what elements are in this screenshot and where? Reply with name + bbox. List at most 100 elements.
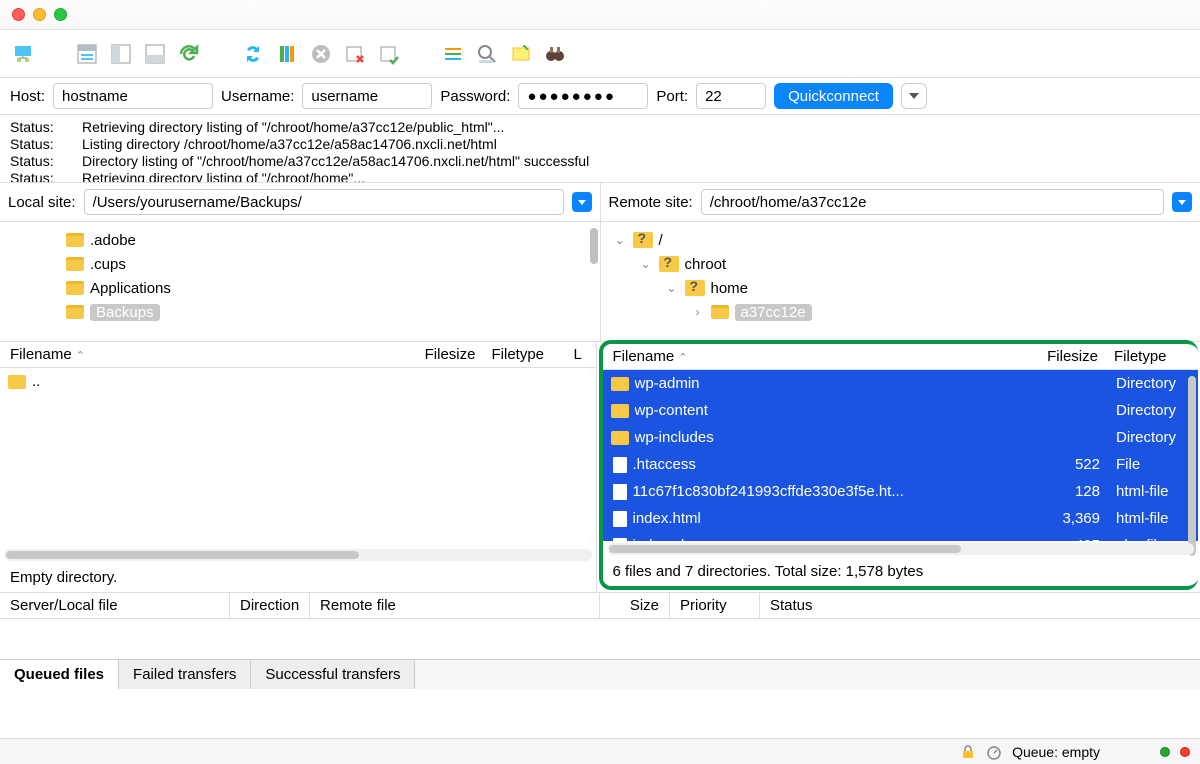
tree-item-label: home	[711, 280, 749, 297]
qcol-priority[interactable]: Priority	[670, 593, 760, 618]
qcol-direction[interactable]: Direction	[230, 593, 310, 618]
refresh-icon[interactable]	[174, 39, 204, 69]
file-row[interactable]: wp-adminDirectory	[603, 370, 1199, 397]
qcol-status[interactable]: Status	[760, 593, 1200, 618]
expander-icon[interactable]: ⌄	[613, 233, 627, 247]
sync-icon[interactable]	[238, 39, 268, 69]
col-filetype[interactable]: Filetype	[484, 346, 574, 363]
toggle-log-icon[interactable]	[72, 39, 102, 69]
file-icon	[613, 538, 627, 542]
queue-body[interactable]	[0, 619, 1200, 659]
scrollbar[interactable]	[607, 543, 1195, 555]
folder-unknown-icon	[659, 256, 679, 272]
qcol-remote[interactable]: Remote file	[310, 593, 600, 618]
expander-icon[interactable]: ›	[691, 305, 705, 319]
password-input[interactable]: ●●●●●●●●	[518, 83, 648, 109]
toggle-tree-icon[interactable]	[106, 39, 136, 69]
tree-item[interactable]: Applications	[4, 276, 596, 300]
tree-item-label: /	[659, 232, 663, 249]
username-input[interactable]	[302, 83, 432, 109]
compare-icon[interactable]	[272, 39, 302, 69]
speed-limit-icon[interactable]	[986, 744, 1002, 760]
log-label: Status:	[10, 170, 62, 183]
minimize-window-button[interactable]	[33, 8, 46, 21]
expander-icon[interactable]: ⌄	[665, 281, 679, 295]
server-icon[interactable]	[506, 39, 536, 69]
file-row[interactable]: index.php405php-file	[603, 532, 1199, 541]
local-site-dropdown[interactable]	[572, 192, 592, 212]
port-input[interactable]	[696, 83, 766, 109]
zoom-window-button[interactable]	[54, 8, 67, 21]
folder-icon	[66, 305, 84, 319]
binoculars-icon[interactable]	[540, 39, 570, 69]
lock-icon[interactable]	[960, 744, 976, 760]
activity-indicator-send	[1160, 747, 1170, 757]
search-icon[interactable]	[472, 39, 502, 69]
file-row[interactable]: ..	[0, 368, 596, 395]
tree-item[interactable]: ⌄chroot	[605, 252, 1197, 276]
file-row[interactable]: .htaccess522File	[603, 451, 1199, 478]
local-site-input[interactable]	[84, 189, 564, 215]
cancel-icon[interactable]	[306, 39, 336, 69]
col-filesize[interactable]: Filesize	[1016, 348, 1106, 365]
remote-list-header[interactable]: Filename⌃ Filesize Filetype	[603, 344, 1199, 370]
file-type: html-file	[1108, 483, 1198, 500]
local-tree[interactable]: .adobe.cupsApplicationsBackups	[0, 222, 601, 341]
file-size: 3,369	[1018, 510, 1108, 527]
file-row[interactable]: index.html3,369html-file	[603, 505, 1199, 532]
quickconnect-history-dropdown[interactable]	[901, 83, 927, 109]
host-input[interactable]	[53, 83, 213, 109]
local-site-label: Local site:	[8, 194, 76, 211]
local-file-list[interactable]: Filename⌃ Filesize Filetype L .. Empty d…	[0, 342, 597, 592]
port-label: Port:	[656, 88, 688, 105]
tab-successful-transfers[interactable]: Successful transfers	[251, 660, 415, 689]
file-size: 522	[1018, 456, 1108, 473]
folder-unknown-icon	[685, 280, 705, 296]
reconnect-icon[interactable]	[374, 39, 404, 69]
tree-item[interactable]: ⌄/	[605, 228, 1197, 252]
tree-item[interactable]: .adobe	[4, 228, 596, 252]
disconnect-icon[interactable]	[340, 39, 370, 69]
tab-failed-transfers[interactable]: Failed transfers	[119, 660, 251, 689]
log-message: Listing directory /chroot/home/a37cc12e/…	[82, 136, 497, 153]
site-manager-icon[interactable]	[8, 39, 38, 69]
qcol-size[interactable]: Size	[600, 593, 670, 618]
host-label: Host:	[10, 88, 45, 105]
file-type: Directory	[1108, 375, 1198, 392]
tree-item[interactable]: ⌄ home	[605, 276, 1197, 300]
scrollbar[interactable]	[4, 549, 592, 561]
quickconnect-button[interactable]: Quickconnect	[774, 83, 893, 109]
toggle-queue-icon[interactable]	[140, 39, 170, 69]
tree-item[interactable]: Backups	[4, 300, 596, 324]
message-log[interactable]: Status:Retrieving directory listing of "…	[0, 115, 1200, 183]
filter-icon[interactable]	[438, 39, 468, 69]
remote-tree[interactable]: ⌄/⌄chroot⌄home›a37cc12e	[601, 222, 1200, 341]
remote-site-input[interactable]	[701, 189, 1164, 215]
file-type: php-file	[1108, 537, 1198, 541]
scrollbar[interactable]	[1188, 376, 1196, 556]
remote-site-dropdown[interactable]	[1172, 192, 1192, 212]
file-row[interactable]: wp-includesDirectory	[603, 424, 1199, 451]
col-filetype[interactable]: Filetype	[1106, 348, 1196, 365]
log-label: Status:	[10, 136, 62, 153]
file-row[interactable]: wp-content Directory	[603, 397, 1199, 424]
file-type: Directory	[1108, 402, 1198, 419]
expander-icon[interactable]: ⌄	[639, 257, 653, 271]
tree-item[interactable]: ›a37cc12e	[605, 300, 1197, 324]
tab-queued-files[interactable]: Queued files	[0, 660, 119, 689]
close-window-button[interactable]	[12, 8, 25, 21]
remote-file-list[interactable]: Filename⌃ Filesize Filetype wp-adminDire…	[599, 340, 1199, 590]
queue-header[interactable]: Server/Local file Direction Remote file …	[0, 592, 1200, 619]
file-name: wp-content	[635, 402, 1019, 419]
tree-item[interactable]: .cups	[4, 252, 596, 276]
col-last[interactable]: L	[574, 346, 594, 363]
file-row[interactable]: 11c67f1c830bf241993cffde330e3f5e.ht...12…	[603, 478, 1199, 505]
password-label: Password:	[440, 88, 510, 105]
site-path-row: Local site: Remote site:	[0, 183, 1200, 222]
window-titlebar	[0, 0, 1200, 30]
main-toolbar	[0, 30, 1200, 78]
local-list-header[interactable]: Filename⌃ Filesize Filetype L	[0, 342, 596, 368]
col-filesize[interactable]: Filesize	[394, 346, 484, 363]
qcol-server[interactable]: Server/Local file	[0, 593, 230, 618]
scrollbar[interactable]	[590, 228, 598, 264]
